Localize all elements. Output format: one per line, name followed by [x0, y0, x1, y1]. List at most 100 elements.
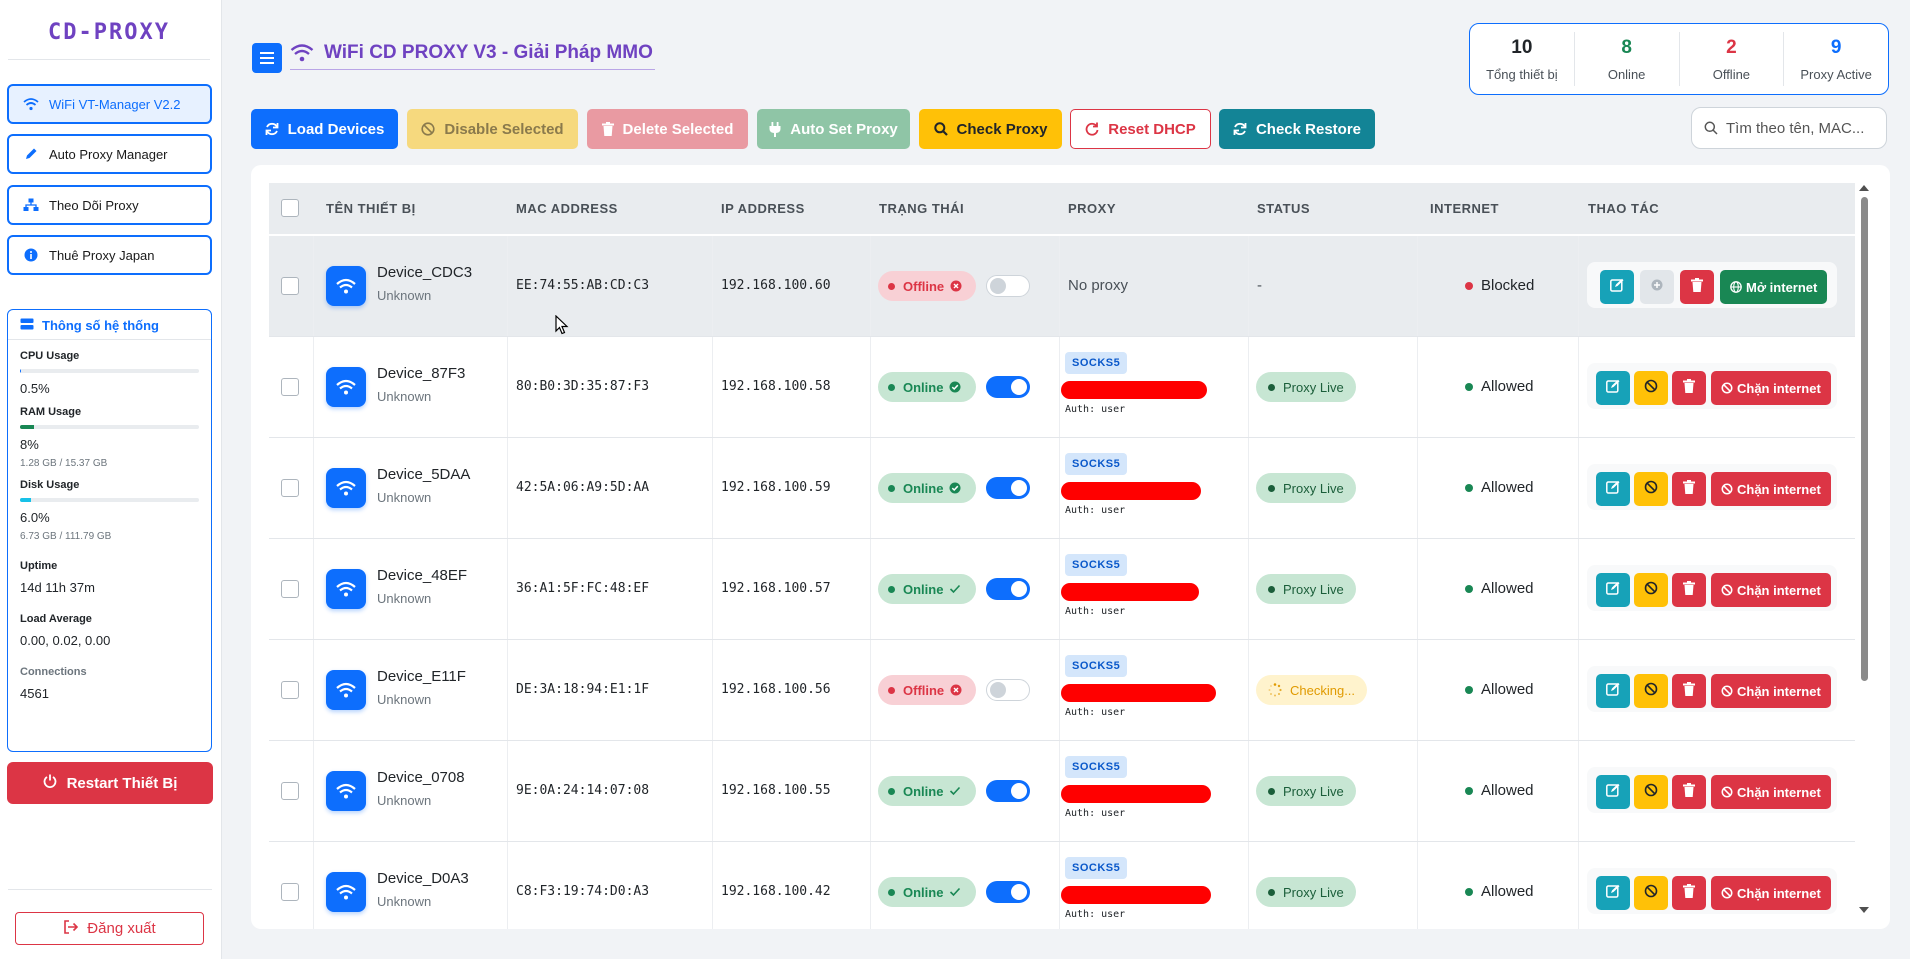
- device-name: Device_87F3: [377, 365, 466, 382]
- mac-address: DE:3A:18:94:E1:1F: [516, 682, 650, 697]
- delete-button[interactable]: [1672, 573, 1706, 607]
- reset-dhcp-button[interactable]: Reset DHCP: [1070, 109, 1211, 149]
- disable-button[interactable]: [1634, 775, 1668, 809]
- mac-address: 9E:0A:24:14:07:08: [516, 783, 650, 798]
- nav-item-rent-proxy[interactable]: Thuê Proxy Japan: [7, 235, 212, 275]
- delete-button[interactable]: [1672, 371, 1706, 405]
- row-checkbox[interactable]: [281, 782, 299, 800]
- internet-status: Allowed: [1465, 681, 1534, 698]
- device-toggle[interactable]: [986, 376, 1030, 398]
- open-internet-button[interactable]: Mở internet: [1720, 270, 1828, 304]
- hamburger-icon: [260, 52, 274, 64]
- column-divider: [313, 438, 314, 538]
- select-all-checkbox[interactable]: [281, 199, 299, 217]
- disable-selected-button[interactable]: Disable Selected: [407, 109, 578, 149]
- table-scrollbar[interactable]: [1859, 183, 1869, 913]
- edit-button[interactable]: [1596, 876, 1630, 910]
- edit-button[interactable]: [1596, 573, 1630, 607]
- delete-button[interactable]: [1672, 876, 1706, 910]
- row-checkbox[interactable]: [281, 681, 299, 699]
- row-checkbox[interactable]: [281, 479, 299, 497]
- block-internet-button[interactable]: Chặn internet: [1711, 876, 1831, 910]
- stat-value: 2: [1726, 36, 1737, 58]
- nav-item-monitor-proxy[interactable]: Theo Dõi Proxy: [7, 185, 212, 225]
- device-toggle[interactable]: [986, 780, 1030, 802]
- enable-button[interactable]: [1640, 270, 1674, 304]
- delete-button[interactable]: [1680, 270, 1714, 304]
- check-restore-button[interactable]: Check Restore: [1219, 109, 1375, 149]
- restart-device-button[interactable]: Restart Thiết Bị: [7, 762, 213, 804]
- device-toggle[interactable]: [986, 275, 1030, 297]
- disk-bar: [20, 498, 199, 502]
- row-checkbox[interactable]: [281, 378, 299, 396]
- edit-button[interactable]: [1596, 371, 1630, 405]
- menu-toggle-button[interactable]: [252, 43, 282, 73]
- table-row[interactable]: Device_48EF Unknown 36:A1:5F:FC:48:EF 192.1…: [269, 539, 1855, 640]
- column-divider: [507, 842, 508, 929]
- row-checkbox[interactable]: [281, 883, 299, 901]
- disable-button[interactable]: [1634, 674, 1668, 708]
- search-icon: [933, 122, 948, 136]
- auto-set-proxy-button[interactable]: Auto Set Proxy: [757, 109, 910, 149]
- load-devices-button[interactable]: Load Devices: [251, 109, 398, 149]
- device-toggle[interactable]: [986, 477, 1030, 499]
- redacted-proxy-address: [1061, 381, 1207, 399]
- column-divider: [507, 438, 508, 538]
- logout-button[interactable]: Đăng xuất: [15, 912, 204, 945]
- delete-button[interactable]: [1672, 775, 1706, 809]
- header-state: TRẠNG THÁI: [879, 201, 965, 216]
- row-checkbox[interactable]: [281, 580, 299, 598]
- network-icon: [23, 197, 39, 213]
- row-checkbox[interactable]: [281, 277, 299, 295]
- edit-button[interactable]: [1596, 472, 1630, 506]
- block-internet-button[interactable]: Chặn internet: [1711, 472, 1831, 506]
- block-internet-button[interactable]: Chặn internet: [1711, 573, 1831, 607]
- scroll-thumb[interactable]: [1861, 197, 1868, 681]
- block-internet-button[interactable]: Chặn internet: [1711, 775, 1831, 809]
- table-row[interactable]: Device_0708 Unknown 9E:0A:24:14:07:08 192.1…: [269, 741, 1855, 842]
- stat-label: Tổng thiết bị: [1486, 66, 1558, 82]
- edit-button[interactable]: [1596, 674, 1630, 708]
- edit-icon: [1610, 278, 1624, 297]
- delete-selected-button[interactable]: Delete Selected: [587, 109, 748, 149]
- column-divider: [507, 236, 508, 336]
- device-toggle[interactable]: [986, 679, 1030, 701]
- scroll-up-arrow[interactable]: [1859, 185, 1869, 191]
- block-internet-button[interactable]: Chặn internet: [1711, 371, 1831, 405]
- column-divider: [507, 337, 508, 437]
- search-box: [1691, 107, 1887, 149]
- table-row[interactable]: Device_D0A3 Unknown C8:F3:19:74:D0:A3 192.1…: [269, 842, 1855, 929]
- logout-icon: [63, 919, 79, 938]
- edit-button[interactable]: [1596, 775, 1630, 809]
- check-proxy-button[interactable]: Check Proxy: [919, 109, 1062, 149]
- table-row[interactable]: Device_5DAA Unknown 42:5A:06:A9:5D:AA 192.1…: [269, 438, 1855, 539]
- search-input[interactable]: [1726, 119, 1886, 137]
- check-circle-icon: [949, 482, 961, 494]
- nav-item-wifi-manager[interactable]: WiFi VT-Manager V2.2: [7, 84, 212, 124]
- scroll-down-arrow[interactable]: [1859, 907, 1869, 913]
- device-toggle[interactable]: [986, 578, 1030, 600]
- disable-button[interactable]: [1634, 573, 1668, 607]
- device-name: Device_CDC3: [377, 264, 473, 281]
- device-name: Device_0708: [377, 769, 465, 786]
- table-row[interactable]: Device_87F3 Unknown 80:B0:3D:35:87:F3 192.1…: [269, 337, 1855, 438]
- column-divider: [870, 236, 871, 336]
- disable-button[interactable]: [1634, 472, 1668, 506]
- device-toggle[interactable]: [986, 881, 1030, 903]
- redacted-proxy-address: [1061, 785, 1211, 803]
- x-circle-icon: [950, 280, 962, 292]
- table-row[interactable]: Device_CDC3 Unknown EE:74:55:AB:CD:C3 192.1…: [269, 236, 1855, 337]
- disable-button[interactable]: [1634, 371, 1668, 405]
- nav-item-auto-proxy[interactable]: Auto Proxy Manager: [7, 134, 212, 174]
- internet-status: Allowed: [1465, 782, 1534, 799]
- wifi-icon: [290, 43, 314, 63]
- delete-button[interactable]: [1672, 674, 1706, 708]
- header-name: TÊN THIẾT BỊ: [326, 201, 416, 216]
- proxy-status-badge: Proxy Live: [1256, 877, 1356, 907]
- brand-logo[interactable]: CD-PROXY: [8, 6, 210, 60]
- block-internet-button[interactable]: Chặn internet: [1711, 674, 1831, 708]
- table-row[interactable]: Device_E11F Unknown DE:3A:18:94:E1:1F 192.1…: [269, 640, 1855, 741]
- disable-button[interactable]: [1634, 876, 1668, 910]
- delete-button[interactable]: [1672, 472, 1706, 506]
- edit-button[interactable]: [1600, 270, 1634, 304]
